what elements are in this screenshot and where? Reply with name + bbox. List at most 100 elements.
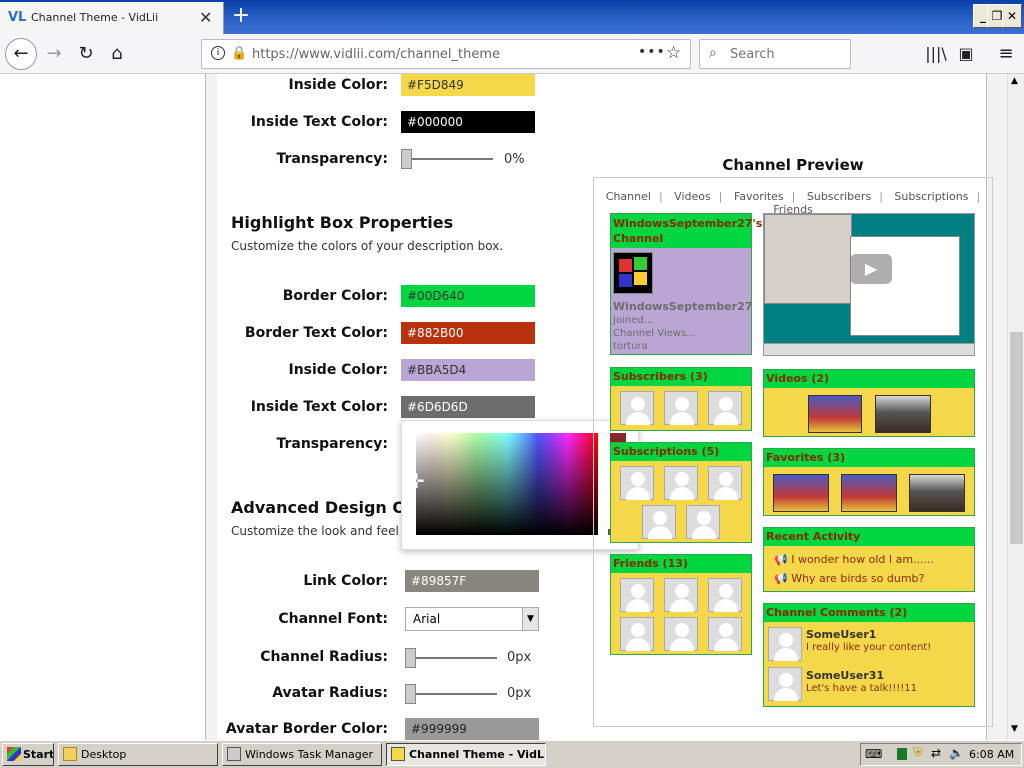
channel-extra: tortura (613, 341, 648, 352)
taskbar-item-desktop[interactable]: Desktop (58, 743, 218, 766)
vertical-scrollbar[interactable]: ▲ ▼ (1007, 74, 1024, 740)
back-button[interactable]: ← (5, 38, 37, 70)
friends-header[interactable]: Friends (13) (611, 555, 751, 573)
video-controls[interactable] (764, 343, 974, 355)
bookmark-star-icon[interactable]: ☆ (666, 43, 681, 63)
picker-crosshair-icon[interactable]: ✛ (408, 471, 425, 491)
new-tab-button[interactable]: + (229, 2, 253, 30)
channel-joined: Joined... (613, 315, 654, 326)
search-input[interactable] (730, 45, 840, 63)
sidebar-icon[interactable]: ▣ (952, 42, 980, 66)
info-icon[interactable]: i (211, 46, 225, 60)
avatar[interactable] (708, 391, 742, 425)
inside-text-color-field[interactable]: #000000 (401, 111, 535, 133)
avatar[interactable] (664, 391, 698, 425)
subscriptions-header[interactable]: Subscriptions (5) (611, 443, 751, 461)
avatar-border-color-field[interactable]: #999999 (405, 718, 539, 740)
speaker-icon[interactable]: 🔈 (949, 746, 964, 760)
avatar[interactable] (620, 578, 654, 612)
inside-color-field[interactable]: #F5D849 (401, 74, 535, 96)
video-thumbnail[interactable] (841, 474, 897, 512)
chevron-down-icon[interactable]: ▼ (522, 608, 538, 630)
taskbar: Start Desktop Windows Task Manager Chann… (0, 740, 1024, 768)
videos-header[interactable]: Videos (2) (764, 370, 974, 388)
channel-radius-value: 0px (507, 650, 532, 665)
avatar[interactable] (686, 505, 720, 539)
avatar[interactable] (664, 617, 698, 651)
taskbar-item-channel-theme[interactable]: Channel Theme - VidLi... (386, 743, 546, 766)
slider-handle[interactable] (401, 149, 412, 169)
play-icon[interactable]: ▶ (850, 254, 892, 284)
color-gradient-area[interactable] (416, 433, 598, 535)
clock[interactable]: 6:08 AM (969, 748, 1014, 761)
highlight-inside-color-field[interactable]: #BBA5D4 (401, 359, 535, 381)
preview-nav-channel[interactable]: Channel (602, 190, 655, 203)
avatar[interactable] (768, 627, 802, 661)
system-tray: ⌨ ⛨ ⇄ 🔈 6:08 AM (860, 743, 1022, 766)
video-player[interactable]: ▶ (763, 213, 975, 356)
channel-username[interactable]: WindowsSeptember27 (613, 300, 752, 313)
search-box[interactable]: ⌕ (699, 39, 851, 69)
avatar[interactable] (642, 505, 676, 539)
highlight-inside-text-color-field[interactable]: #6D6D6D (401, 396, 535, 418)
window-close-icon[interactable]: ✕ (1002, 4, 1022, 28)
border-text-color-field[interactable]: #882B00 (401, 322, 535, 344)
avatar-radius-slider[interactable] (405, 683, 497, 705)
slider-handle[interactable] (405, 684, 416, 704)
address-bar[interactable]: i 🔒 https://www.vidlii.com/channel_theme… (201, 39, 691, 69)
tray-app-icon[interactable] (897, 748, 907, 760)
favorites-header[interactable]: Favorites (3) (764, 449, 974, 467)
avatar[interactable] (708, 578, 742, 612)
transparency-label: Transparency: (276, 151, 388, 167)
preview-nav-favorites[interactable]: Favorites (730, 190, 788, 203)
scroll-down-icon[interactable]: ▼ (1011, 724, 1018, 734)
transparency-slider[interactable] (401, 148, 493, 170)
avatar[interactable] (620, 617, 654, 651)
lock-icon[interactable]: 🔒 (231, 46, 247, 61)
video-frame-window (764, 214, 852, 304)
start-button[interactable]: Start (2, 743, 54, 766)
slider-track (401, 158, 493, 160)
network-icon[interactable]: ⇄ (931, 746, 941, 760)
video-thumbnail[interactable] (875, 395, 931, 433)
activity-item: 📢 Why are birds so dumb? (774, 572, 925, 585)
avatar[interactable] (664, 578, 698, 612)
browser-tab[interactable]: VL Channel Theme - VidLii ✕ (0, 2, 224, 34)
video-thumbnail[interactable] (808, 395, 862, 433)
comment-user[interactable]: SomeUser1 (806, 628, 876, 641)
video-thumbnail[interactable] (773, 474, 829, 512)
page-actions-icon[interactable]: ••• (638, 44, 666, 60)
preview-nav-subscriptions[interactable]: Subscriptions (890, 190, 972, 203)
taskbar-item-task-manager[interactable]: Windows Task Manager (222, 743, 382, 766)
avatar[interactable] (768, 667, 802, 701)
security-shield-icon[interactable]: ⛨ (913, 746, 923, 761)
video-frame-panel (850, 236, 960, 336)
border-color-field[interactable]: #00D640 (401, 285, 535, 307)
avatar[interactable] (620, 391, 654, 425)
forward-button[interactable]: → (40, 42, 68, 66)
reload-button[interactable]: ↻ (72, 42, 100, 66)
library-icon[interactable]: |||\ (922, 42, 950, 66)
video-thumbnail[interactable] (909, 474, 965, 512)
link-color-field[interactable]: #89857F (405, 570, 539, 592)
slider-handle[interactable] (405, 648, 416, 668)
preview-nav-videos[interactable]: Videos (670, 190, 715, 203)
menu-icon[interactable]: ≡ (992, 42, 1020, 66)
url-text[interactable]: https://www.vidlii.com/channel_theme (252, 47, 500, 62)
scrollbar-thumb[interactable] (1010, 332, 1023, 544)
avatar[interactable] (708, 617, 742, 651)
avatar[interactable] (708, 466, 742, 500)
scroll-up-icon[interactable]: ▲ (1011, 76, 1018, 86)
recent-activity-box: Recent Activity 📢 I wonder how old I am.… (763, 527, 975, 592)
home-button[interactable]: ⌂ (103, 42, 131, 66)
preview-nav-subscribers[interactable]: Subscribers (803, 190, 875, 203)
subscribers-header[interactable]: Subscribers (3) (611, 368, 751, 386)
channel-radius-slider[interactable] (405, 647, 497, 669)
comment-user[interactable]: SomeUser31 (806, 669, 884, 682)
tab-bar: VL Channel Theme - VidLii ✕ + _ ❐ ✕ (0, 0, 1024, 34)
avatar[interactable] (620, 466, 654, 500)
channel-font-select[interactable]: Arial ▼ (405, 607, 539, 631)
close-tab-icon[interactable]: ✕ (199, 8, 212, 27)
avatar[interactable] (664, 466, 698, 500)
keyboard-icon[interactable]: ⌨ (865, 747, 882, 761)
